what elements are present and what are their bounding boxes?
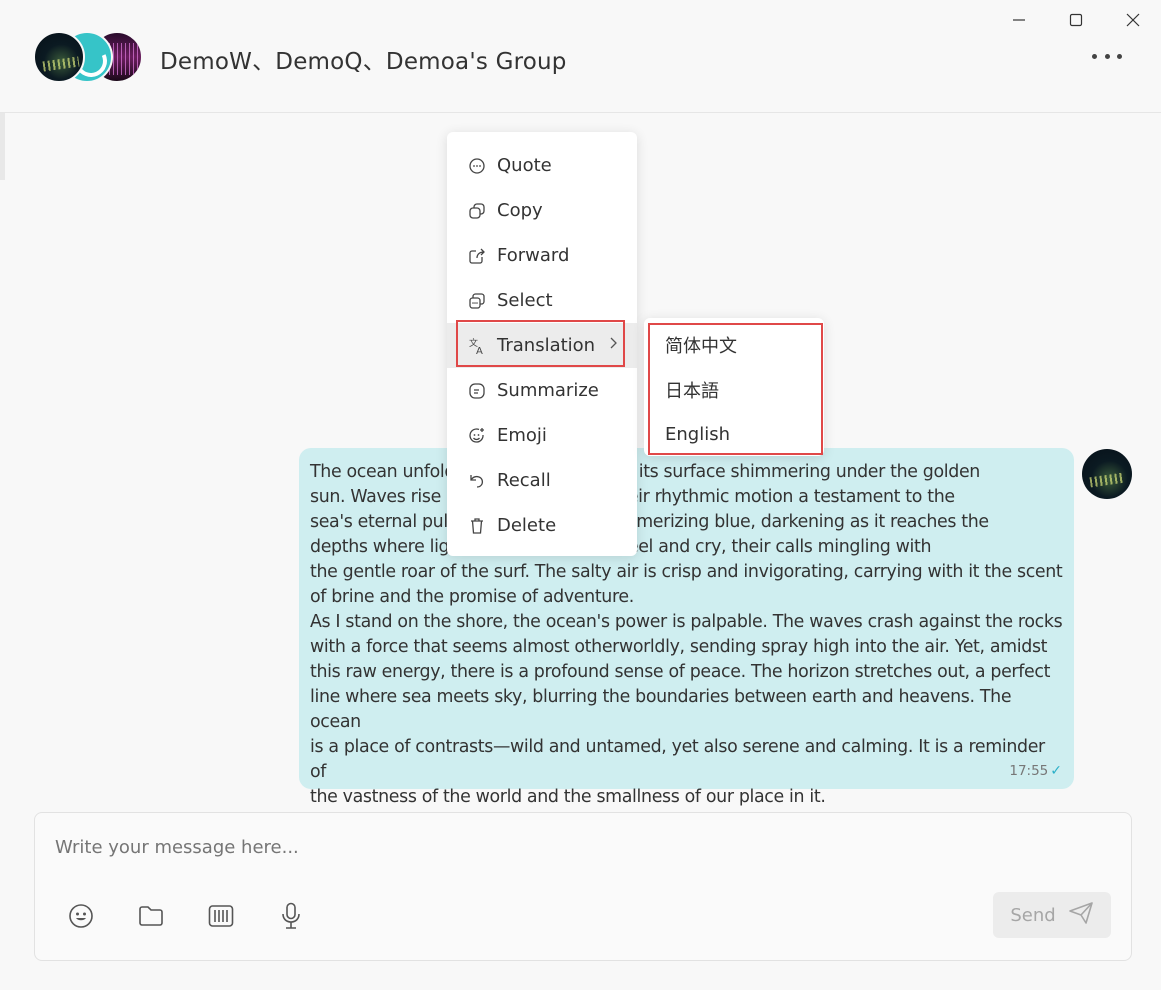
check-icon: ✓ <box>1050 763 1062 779</box>
menu-item-label: Select <box>497 290 553 311</box>
message-context-menu: Quote Copy Forward Select 文A Translation… <box>447 132 637 556</box>
microphone-icon[interactable] <box>277 902 305 930</box>
emoji-icon[interactable] <box>67 902 95 930</box>
menu-item-forward[interactable]: Forward <box>447 233 637 278</box>
menu-item-label: Summarize <box>497 380 599 401</box>
ellipsis-icon[interactable] <box>1092 44 1122 68</box>
avatar[interactable] <box>1082 449 1132 499</box>
message-input[interactable] <box>55 837 955 858</box>
close-icon[interactable] <box>1104 0 1161 40</box>
message-text: The ocean unfolds like a vast tapestry, … <box>310 462 1063 807</box>
quote-icon <box>467 156 487 176</box>
chevron-right-icon <box>609 335 619 356</box>
submenu-item-zh[interactable]: 简体中文 <box>644 322 824 367</box>
message-meta: 17:55 ✓ <box>1009 763 1062 779</box>
chat-title: DemoW、DemoQ、Demoa's Group <box>160 49 567 75</box>
translation-submenu: 简体中文 日本語 English <box>644 318 824 456</box>
menu-item-label: Recall <box>497 470 551 491</box>
custom-message-icon[interactable] <box>207 902 235 930</box>
send-button[interactable]: Send <box>993 892 1111 938</box>
chat-header: DemoW、DemoQ、Demoa's Group <box>0 0 1161 113</box>
group-avatar[interactable] <box>33 31 145 83</box>
menu-item-label: Copy <box>497 200 543 221</box>
message-composer: Send <box>34 812 1132 961</box>
message-bubble[interactable]: The ocean unfolds like a vast tapestry, … <box>299 448 1074 807</box>
send-label: Send <box>1010 904 1056 926</box>
send-icon <box>1068 901 1094 930</box>
recall-icon <box>467 471 487 491</box>
folder-icon[interactable] <box>137 902 165 930</box>
message-time: 17:55 <box>1009 763 1049 779</box>
translate-icon: 文A <box>467 336 487 356</box>
menu-item-translation[interactable]: 文A Translation <box>447 323 637 368</box>
svg-text:A: A <box>476 346 483 355</box>
menu-item-emoji[interactable]: Emoji <box>447 413 637 458</box>
emoji-icon <box>467 426 487 446</box>
submenu-item-ja[interactable]: 日本語 <box>644 367 824 412</box>
menu-item-recall[interactable]: Recall <box>447 458 637 503</box>
menu-item-delete[interactable]: Delete <box>447 503 637 548</box>
menu-item-select[interactable]: Select <box>447 278 637 323</box>
delete-icon <box>467 516 487 536</box>
maximize-icon[interactable] <box>1047 0 1104 40</box>
menu-item-label: Delete <box>497 515 557 536</box>
menu-item-label: Forward <box>497 245 570 266</box>
menu-item-quote[interactable]: Quote <box>447 143 637 188</box>
window-controls <box>990 0 1161 40</box>
menu-item-summarize[interactable]: Summarize <box>447 368 637 413</box>
select-icon <box>467 291 487 311</box>
menu-item-copy[interactable]: Copy <box>447 188 637 233</box>
forward-icon <box>467 246 487 266</box>
copy-icon <box>467 201 487 221</box>
menu-item-label: Translation <box>497 335 596 356</box>
member-avatar-1 <box>33 31 85 83</box>
submenu-item-en[interactable]: English <box>644 412 824 457</box>
menu-item-label: Quote <box>497 155 552 176</box>
summarize-icon <box>467 381 487 401</box>
minimize-icon[interactable] <box>990 0 1047 40</box>
menu-item-label: Emoji <box>497 425 547 446</box>
